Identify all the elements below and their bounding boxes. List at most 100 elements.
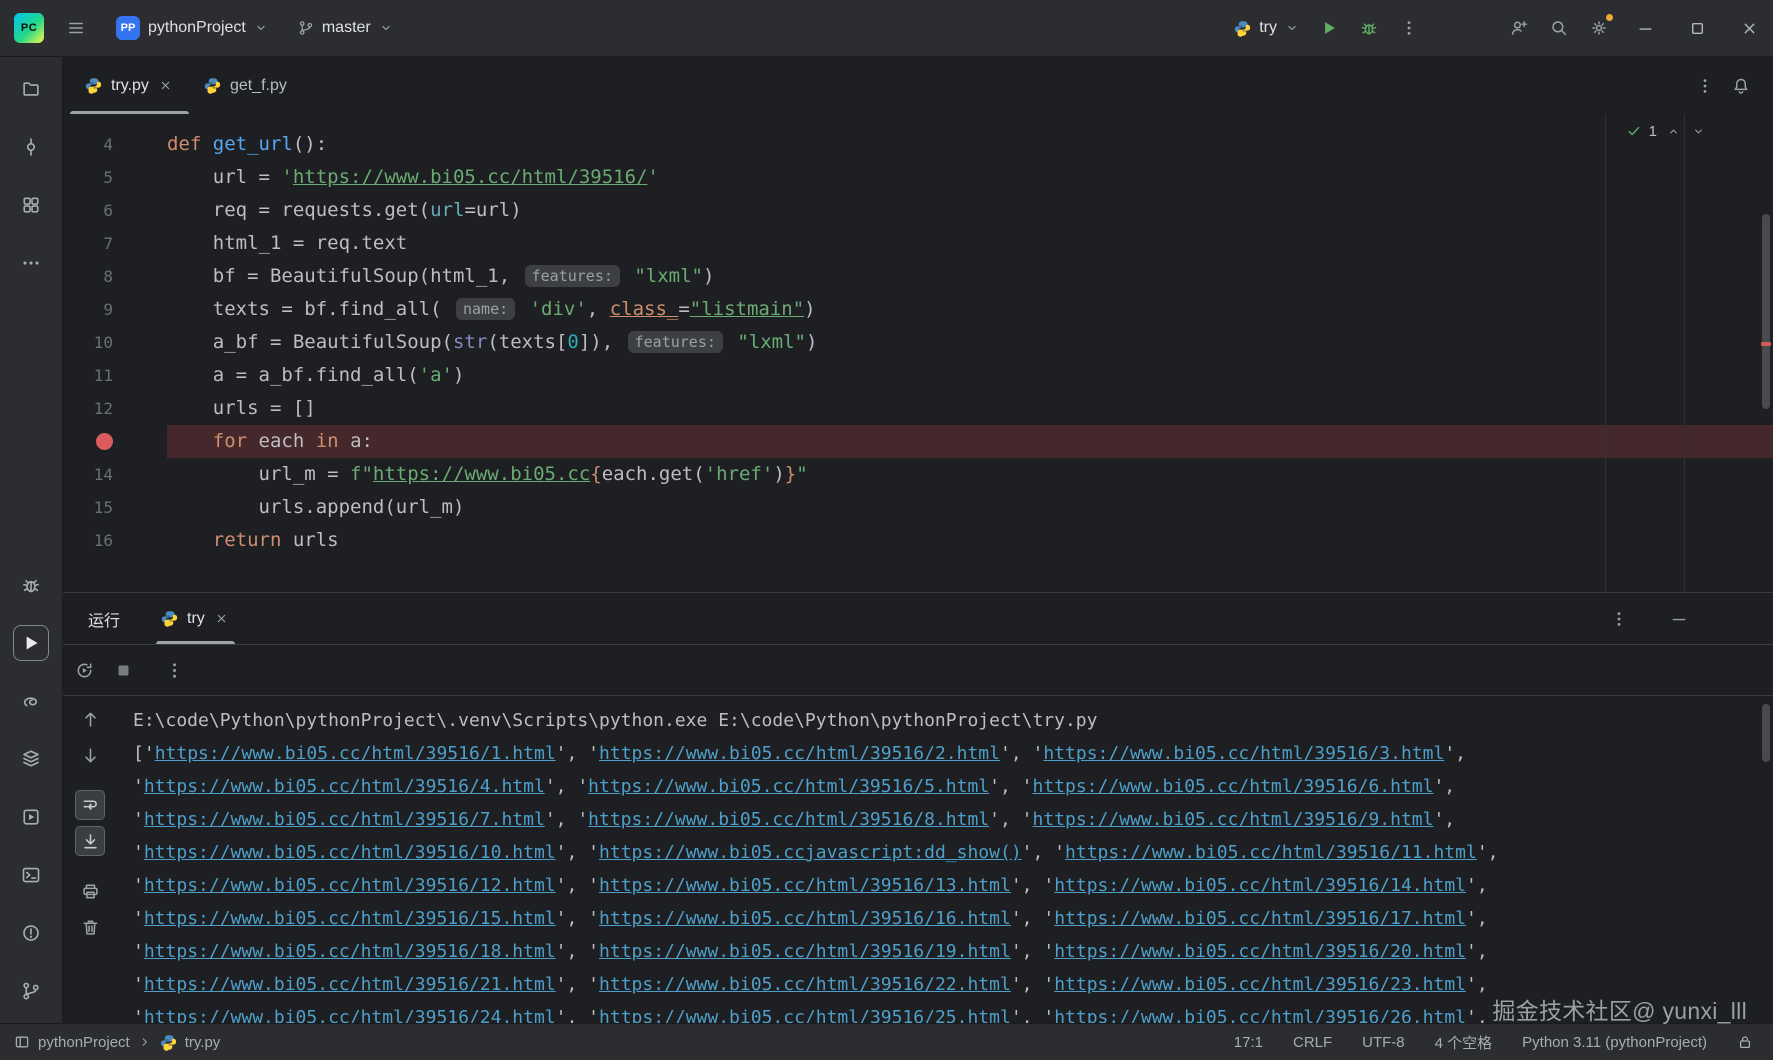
next-problem-button[interactable]: [1689, 122, 1707, 140]
console-url-link[interactable]: https://www.bi05.cc/html/39516/24.html: [144, 1007, 556, 1023]
sidebar-item-services[interactable]: [13, 799, 49, 835]
tool-window-layout-icon[interactable]: [14, 1034, 30, 1050]
sidebar-item-version-control[interactable]: [13, 973, 49, 1009]
console-url-link[interactable]: https://www.bi05.cc/html/39516/21.html: [144, 974, 556, 995]
run-options-button[interactable]: [1601, 601, 1637, 637]
sidebar-item-python-packages[interactable]: [13, 741, 49, 777]
soft-wrap-button[interactable]: [75, 790, 105, 820]
settings-button[interactable]: [1581, 10, 1617, 46]
maximize-button[interactable]: [1673, 0, 1721, 57]
run-config-widget[interactable]: try: [1226, 14, 1307, 42]
console-url-link[interactable]: https://www.bi05.cc/html/39516/18.html: [144, 941, 556, 962]
console-url-link[interactable]: https://www.bi05.cc/html/39516/12.html: [144, 875, 556, 896]
tab-close-button[interactable]: [158, 78, 174, 94]
run-button[interactable]: [1311, 10, 1347, 46]
error-stripe-mark[interactable]: [1761, 342, 1771, 346]
editor-scrollbar[interactable]: [1759, 114, 1773, 592]
console-url-link[interactable]: https://www.bi05.ccjavascript:dd_show(): [599, 842, 1022, 863]
console-url-link[interactable]: https://www.bi05.cc/html/39516/2.html: [599, 743, 1000, 764]
console-scrollbar-thumb[interactable]: [1762, 704, 1770, 762]
console-url-link[interactable]: https://www.bi05.cc/html/39516/26.html: [1054, 1007, 1466, 1023]
code-lines[interactable]: 4 def get_url(): 5 url = 'https://www.bi05…: [63, 128, 1773, 557]
down-stack-trace-button[interactable]: [75, 740, 105, 770]
breadcrumb-file[interactable]: try.py: [185, 1034, 221, 1051]
line-number[interactable]: 10: [63, 326, 167, 359]
sidebar-item-more[interactable]: [13, 245, 49, 281]
project-widget[interactable]: PP pythonProject: [108, 11, 276, 45]
scrollbar-thumb[interactable]: [1762, 214, 1770, 409]
tab-try-py[interactable]: try.py: [70, 57, 189, 114]
line-number[interactable]: 7: [63, 227, 167, 260]
rerun-button[interactable]: [69, 655, 99, 685]
tab-options-button[interactable]: [1687, 68, 1723, 104]
lock-icon[interactable]: [1737, 1034, 1753, 1050]
scroll-to-end-button[interactable]: [75, 826, 105, 856]
console-url-link[interactable]: https://www.bi05.cc/html/39516/10.html: [144, 842, 556, 863]
console-url-link[interactable]: https://www.bi05.cc/html/39516/17.html: [1054, 908, 1466, 929]
more-actions-button[interactable]: [1391, 10, 1427, 46]
line-number[interactable]: 14: [63, 458, 167, 491]
console-url-link[interactable]: https://www.bi05.cc/html/39516/15.html: [144, 908, 556, 929]
console-more-options-button[interactable]: [159, 655, 189, 685]
hide-tool-window-button[interactable]: [1661, 601, 1697, 637]
run-tab-try[interactable]: try: [156, 593, 235, 644]
line-number[interactable]: 5: [63, 161, 167, 194]
console-url-link[interactable]: https://www.bi05.cc/html/39516/11.html: [1065, 842, 1477, 863]
line-separator[interactable]: CRLF: [1293, 1034, 1332, 1051]
console-url-link[interactable]: https://www.bi05.cc/html/39516/14.html: [1054, 875, 1466, 896]
console-url-link[interactable]: https://www.bi05.cc/html/39516/5.html: [588, 776, 989, 797]
console-url-link[interactable]: https://www.bi05.cc/html/39516/6.html: [1033, 776, 1434, 797]
console-url-link[interactable]: https://www.bi05.cc/html/39516/8.html: [588, 809, 989, 830]
caret-position[interactable]: 17:1: [1234, 1034, 1263, 1051]
console-url-link[interactable]: https://www.bi05.cc/html/39516/4.html: [144, 776, 545, 797]
console-url-link[interactable]: https://www.bi05.cc/html/39516/1.html: [155, 743, 556, 764]
notifications-button[interactable]: [1723, 68, 1759, 104]
line-number[interactable]: 4: [63, 128, 167, 161]
breadcrumb-project[interactable]: pythonProject: [38, 1034, 130, 1051]
search-everywhere-button[interactable]: [1541, 10, 1577, 46]
previous-problem-button[interactable]: [1664, 122, 1682, 140]
sidebar-item-structure[interactable]: [13, 187, 49, 223]
clear-all-button[interactable]: [75, 912, 105, 942]
sidebar-item-terminal[interactable]: [13, 857, 49, 893]
sidebar-item-project[interactable]: [13, 71, 49, 107]
sidebar-item-python-console[interactable]: [13, 683, 49, 719]
console-url-link[interactable]: https://www.bi05.cc/html/39516/25.html: [599, 1007, 1011, 1023]
branch-widget[interactable]: master: [290, 14, 401, 42]
run-tab-close-button[interactable]: [214, 611, 230, 627]
console-url-link[interactable]: https://www.bi05.cc/html/39516/23.html: [1054, 974, 1466, 995]
console-url-link[interactable]: https://www.bi05.cc/html/39516/20.html: [1054, 941, 1466, 962]
tab-get-f-py[interactable]: get_f.py: [189, 57, 302, 114]
line-number[interactable]: 9: [63, 293, 167, 326]
indent-style[interactable]: 4 个空格: [1435, 1032, 1493, 1053]
debug-button[interactable]: [1351, 10, 1387, 46]
python-interpreter[interactable]: Python 3.11 (pythonProject): [1522, 1034, 1707, 1051]
sidebar-item-run[interactable]: [13, 625, 49, 661]
console-url-link[interactable]: https://www.bi05.cc/html/39516/16.html: [599, 908, 1011, 929]
up-stack-trace-button[interactable]: [75, 704, 105, 734]
console-output[interactable]: E:\code\Python\pythonProject\.venv\Scrip…: [117, 696, 1773, 1023]
line-number[interactable]: 16: [63, 524, 167, 557]
line-number[interactable]: 6: [63, 194, 167, 227]
stop-button[interactable]: [108, 655, 138, 685]
sidebar-item-debug[interactable]: [13, 567, 49, 603]
console-url-link[interactable]: https://www.bi05.cc/html/39516/7.html: [144, 809, 545, 830]
line-number[interactable]: 12: [63, 392, 167, 425]
line-number[interactable]: 8: [63, 260, 167, 293]
line-number[interactable]: 11: [63, 359, 167, 392]
main-menu-button[interactable]: [58, 10, 94, 46]
console-url-link[interactable]: https://www.bi05.cc/html/39516/13.html: [599, 875, 1011, 896]
print-button[interactable]: [75, 876, 105, 906]
minimize-button[interactable]: [1621, 0, 1669, 57]
line-number[interactable]: 15: [63, 491, 167, 524]
console-url-link[interactable]: https://www.bi05.cc/html/39516/19.html: [599, 941, 1011, 962]
sidebar-item-commit[interactable]: [13, 129, 49, 165]
code-with-me-button[interactable]: [1501, 10, 1537, 46]
breakpoint-dot[interactable]: [63, 425, 167, 458]
inspections-widget[interactable]: 1: [1626, 122, 1707, 140]
console-url-link[interactable]: https://www.bi05.cc/html/39516/22.html: [599, 974, 1011, 995]
file-encoding[interactable]: UTF-8: [1362, 1034, 1405, 1051]
console-url-link[interactable]: https://www.bi05.cc/html/39516/3.html: [1043, 743, 1444, 764]
close-window-button[interactable]: [1725, 0, 1773, 57]
sidebar-item-problems[interactable]: [13, 915, 49, 951]
